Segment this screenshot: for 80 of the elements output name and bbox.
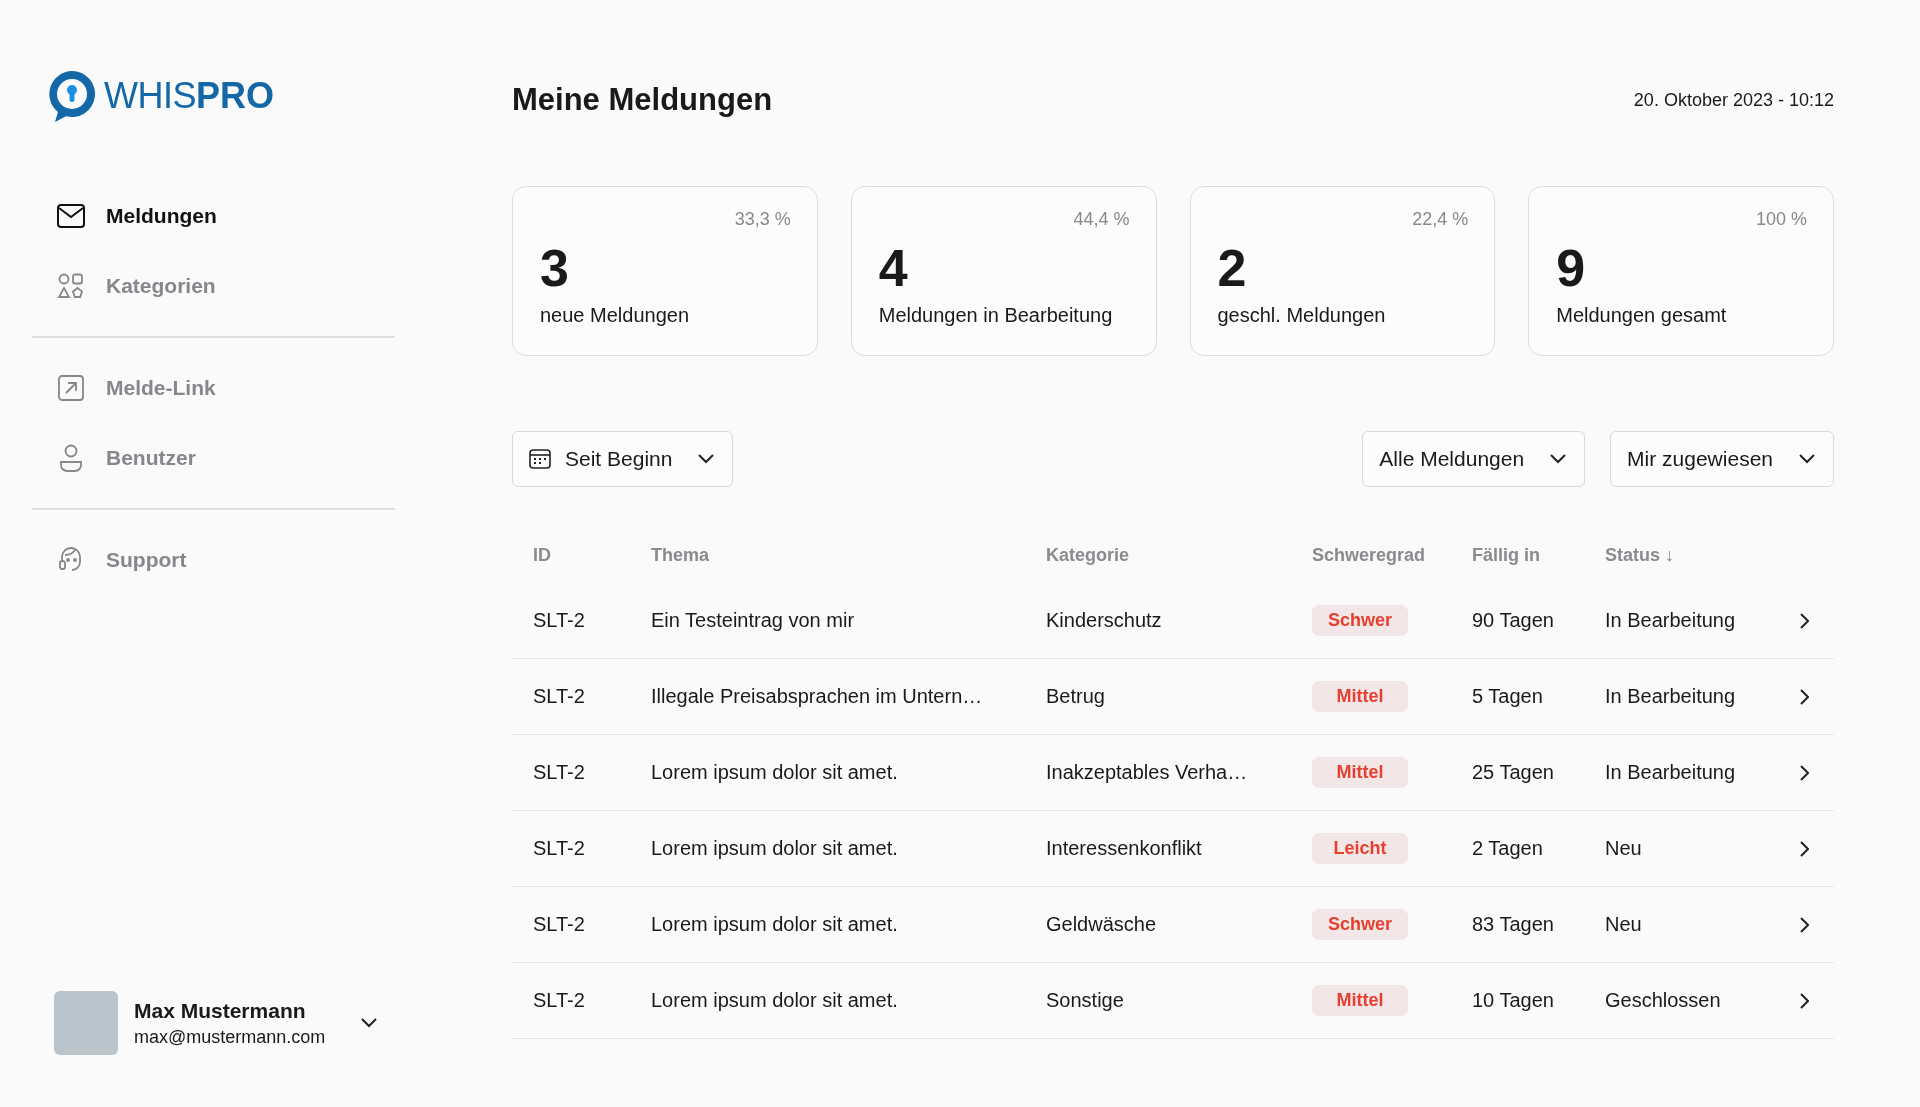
- table-cell-text: In Bearbeitung: [1605, 761, 1737, 784]
- logo-icon: [46, 68, 98, 124]
- stat-label: Meldungen in Bearbeitung: [878, 304, 1114, 327]
- user-name: Max Mustermann: [134, 998, 307, 1023]
- stat-label: geschl. Meldungen: [1217, 304, 1387, 327]
- chevron-down-icon: [1550, 454, 1567, 464]
- shapes-icon: [56, 273, 86, 299]
- count-text: 2: [1217, 242, 1248, 294]
- table-cell-text: Lorem ipsum dolor sit amet.: [651, 837, 899, 860]
- chevron-right-icon[interactable]: [1799, 612, 1809, 629]
- table-cell-text: Neu: [1605, 837, 1643, 860]
- table-cell-text: SLT-2: [533, 989, 586, 1012]
- table-row[interactable]: SLT-2 Lorem ipsum dolor sit amet. Sonstige Mittel 10 Tagen Geschlossen: [512, 963, 1834, 1039]
- percent-text: 22,4 %: [1412, 209, 1469, 230]
- severity-badge: Leicht: [1312, 833, 1408, 864]
- table-cell-text: Illegale Preisabsprachen im Untern…: [651, 685, 984, 708]
- assignee-dropdown[interactable]: Mir zugewiesen: [1610, 431, 1834, 487]
- chevron-down-icon: [698, 454, 715, 464]
- table-row[interactable]: SLT-2 Illegale Preisabsprachen im Untern… Betrug Mittel 5 Tagen In Bearbeitung: [512, 659, 1834, 735]
- table-cell-text: Betrug: [1046, 685, 1106, 708]
- logo-text-bold: PRO: [196, 75, 274, 116]
- table-row[interactable]: SLT-2 Lorem ipsum dolor sit amet. Geldwäsche Schwer 83 Tagen Neu: [512, 887, 1834, 963]
- table-cell-text: Geldwäsche: [1046, 913, 1158, 936]
- stat-label: Meldungen gesamt: [1556, 304, 1728, 327]
- chevron-right-icon[interactable]: [1799, 764, 1809, 781]
- calendar-icon: [529, 449, 551, 469]
- table-cell-text: SLT-2: [533, 609, 586, 632]
- chevron-down-icon[interactable]: [361, 1018, 378, 1028]
- logo-text: WHIS: [104, 75, 196, 116]
- table-cell-text: In Bearbeitung: [1605, 685, 1737, 708]
- table-row[interactable]: SLT-2 Lorem ipsum dolor sit amet. Inakzeptables Verha… Mittel 25 Tagen In Bearbeitung: [512, 735, 1834, 811]
- chevron-right-icon[interactable]: [1799, 688, 1809, 705]
- count-text: 4: [878, 242, 909, 294]
- severity-badge: Schwer: [1312, 605, 1408, 636]
- chevron-right-icon[interactable]: [1799, 916, 1809, 933]
- table-cell-text: SLT-2: [533, 913, 586, 936]
- table-cell-text: 10 Tagen: [1472, 989, 1555, 1012]
- chevron-right-icon[interactable]: [1799, 992, 1809, 1009]
- table-cell-text: 5 Tagen: [1472, 685, 1544, 708]
- user-email: max@mustermann.com: [134, 1026, 326, 1048]
- severity-badge: Schwer: [1312, 909, 1408, 940]
- table-cell-text: 90 Tagen: [1472, 609, 1555, 632]
- count-text: 3: [540, 242, 570, 294]
- type-dropdown[interactable]: Alle Meldungen: [1362, 431, 1586, 487]
- percent-text: 33,3 %: [734, 209, 791, 230]
- severity-badge: Mittel: [1312, 985, 1408, 1016]
- table-cell-text: Sonstige: [1046, 989, 1125, 1012]
- table-cell-text: SLT-2: [533, 685, 586, 708]
- date-time: 20. Oktober 2023 - 10:12: [1633, 89, 1834, 111]
- table-cell-text: Lorem ipsum dolor sit amet.: [651, 761, 899, 784]
- table-cell-text: 2 Tagen: [1472, 837, 1544, 860]
- table-cell-text: 25 Tagen: [1472, 761, 1555, 784]
- table-row[interactable]: SLT-2 Ein Testeintrag von mir Kinderschutz Schwer 90 Tagen In Bearbeitung: [512, 583, 1834, 659]
- nav-item[interactable]: Meldungen: [56, 196, 395, 236]
- table-cell-text: Ein Testeintrag von mir: [651, 609, 856, 632]
- percent-text: 44,4 %: [1073, 209, 1130, 230]
- table-row[interactable]: SLT-2 Lorem ipsum dolor sit amet. Interessenkonflikt Leicht 2 Tagen Neu: [512, 811, 1834, 887]
- count-text: 9: [1556, 242, 1587, 294]
- avatar-photo-placeholder: [54, 991, 118, 1055]
- severity-badge: Mittel: [1312, 757, 1408, 788]
- table-cell-text: Lorem ipsum dolor sit amet.: [651, 989, 899, 1012]
- table-cell-text: SLT-2: [533, 837, 586, 860]
- mail-icon: [56, 204, 86, 228]
- table-cell-text: Neu: [1605, 913, 1643, 936]
- table-cell-text: SLT-2: [533, 761, 586, 784]
- table-cell-text: 83 Tagen: [1472, 913, 1555, 936]
- table-cell-text: Interessenkonflikt: [1046, 837, 1203, 860]
- table-cell-text: Geschlossen: [1605, 989, 1722, 1012]
- period-dropdown[interactable]: Seit Beginn: [512, 431, 734, 487]
- table-cell-text: Lorem ipsum dolor sit amet.: [651, 913, 899, 936]
- stat-label: neue Meldungen: [540, 304, 690, 327]
- arrow-box-icon: [56, 375, 86, 401]
- severity-badge: Mittel: [1312, 681, 1408, 712]
- chevron-down-icon: [1799, 454, 1815, 464]
- chevron-right-icon[interactable]: [1799, 840, 1809, 857]
- table-cell-text: Kinderschutz: [1046, 609, 1163, 632]
- table-cell-text: In Bearbeitung: [1605, 609, 1737, 632]
- table-cell-text: Inakzeptables Verha…: [1046, 761, 1249, 784]
- percent-text: 100 %: [1755, 209, 1807, 230]
- page-title: Meine Meldungen: [512, 82, 773, 118]
